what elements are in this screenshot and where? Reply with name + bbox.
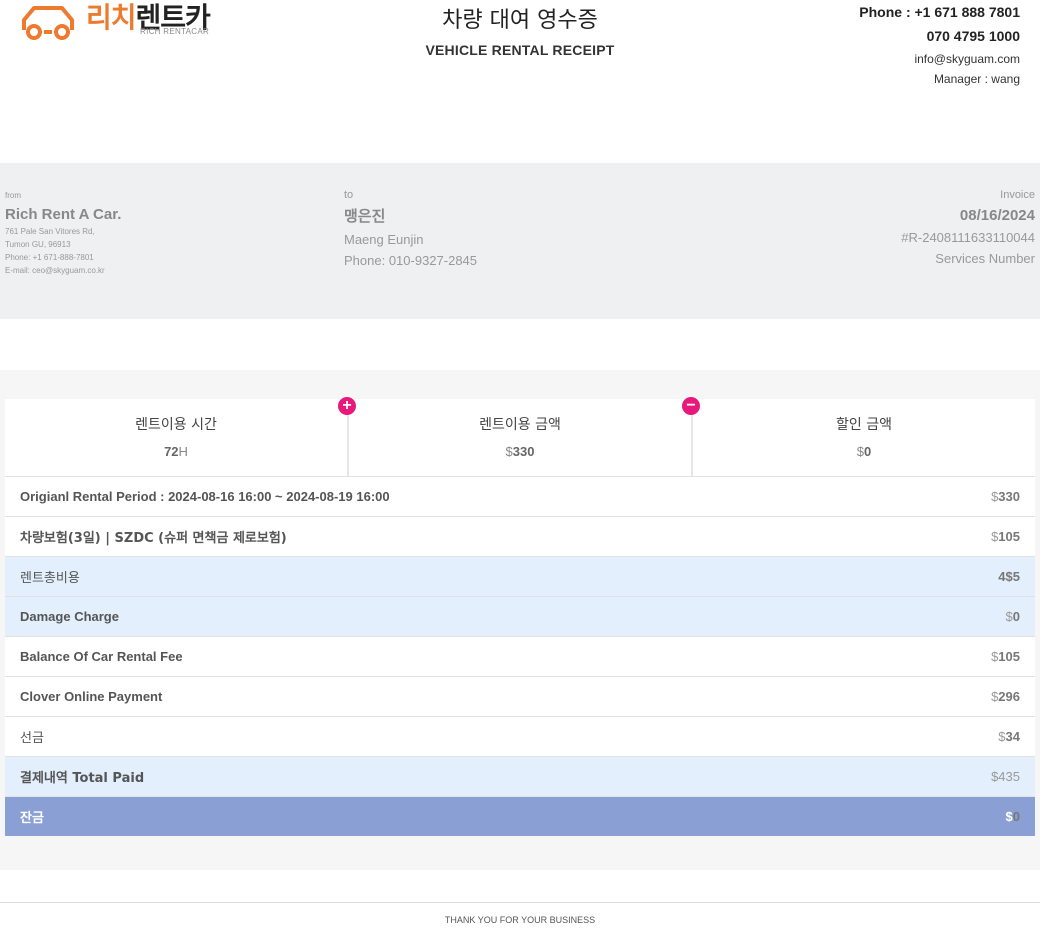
- line-item-label: Clover Online Payment: [20, 689, 163, 704]
- line-item-value: $34: [998, 729, 1020, 744]
- line-item-value: $435: [991, 769, 1020, 784]
- from-phone: Phone: +1 671-888-7801: [5, 253, 94, 262]
- line-item-value: $105: [991, 529, 1020, 544]
- company-contact: Phone : +1 671 888 7801 070 4795 1000 in…: [859, 4, 1020, 86]
- title-english: VEHICLE RENTAL RECEIPT: [425, 42, 615, 58]
- contact-phone-primary: Phone : +1 671 888 7801: [859, 4, 1020, 20]
- line-item-insurance: 차량보험(3일) | SZDC (슈퍼 면책금 제로보험) $105: [5, 516, 1035, 556]
- contact-email[interactable]: info@skyguam.com: [859, 52, 1020, 66]
- summary-rental-hours: 렌트이용 시간 72H: [5, 399, 347, 476]
- summary-label: 할인 금액: [836, 417, 892, 433]
- car-logo-icon: [22, 6, 74, 40]
- customer-name-ko: 맹은진: [344, 207, 386, 225]
- line-item-deposit: 선금 $34: [5, 716, 1035, 756]
- line-item-value: $0: [1005, 809, 1020, 824]
- footer-thanks: THANK YOU FOR YOUR BUSINESS: [0, 902, 1040, 925]
- summary-value: $0: [856, 444, 872, 459]
- line-item-value: 4$5: [998, 569, 1020, 584]
- line-item-online-payment: Clover Online Payment $296: [5, 676, 1035, 716]
- invoice-block: Invoice 08/16/2024 #R-2408111633110044 S…: [901, 189, 1035, 266]
- charges-section: 렌트이용 시간 72H 렌트이용 금액 $330 할인 금액 $0 + − Or…: [0, 370, 1040, 870]
- line-item-damage-charge: Damage Charge $0: [5, 596, 1035, 636]
- from-email[interactable]: E-mail: ceo@skyguam.co.kr: [5, 266, 121, 275]
- summary-value: 72H: [164, 444, 188, 459]
- line-item-rental-period: Origianl Rental Period : 2024-08-16 16:0…: [5, 476, 1035, 516]
- line-items: Origianl Rental Period : 2024-08-16 16:0…: [5, 476, 1035, 836]
- receipt-title: 차량 대여 영수증 VEHICLE RENTAL RECEIPT: [320, 0, 720, 58]
- brand-name-en: RICH RENTACAR: [140, 27, 210, 36]
- invoice-date: 08/16/2024: [959, 207, 1035, 224]
- line-item-value: $105: [991, 649, 1020, 664]
- line-item-label: Damage Charge: [20, 609, 119, 624]
- line-item-label: 선금: [20, 731, 44, 746]
- customer-name-en: Maeng Eunjin: [344, 232, 424, 247]
- line-item-balance-due: 잔금 $0: [5, 796, 1035, 836]
- summary-row: 렌트이용 시간 72H 렌트이용 금액 $330 할인 금액 $0: [5, 399, 1035, 476]
- line-item-label: 차량보험(3일) | SZDC (슈퍼 면책금 제로보험): [20, 531, 287, 546]
- line-item-label: 결제내역 Total Paid: [20, 771, 145, 786]
- summary-label: 렌트이용 금액: [479, 417, 561, 433]
- customer-phone: Phone: 010-9327-2845: [344, 253, 478, 268]
- line-item-label: 렌트총비용: [20, 571, 80, 586]
- line-item-label: Balance Of Car Rental Fee: [20, 649, 183, 664]
- line-item-total-rental-cost: 렌트총비용 4$5: [5, 556, 1035, 596]
- to-label: to: [344, 189, 354, 201]
- line-item-value: $0: [1005, 609, 1020, 624]
- summary-rental-amount: 렌트이용 금액 $330: [347, 399, 691, 476]
- title-korean: 차량 대여 영수증: [442, 8, 598, 33]
- line-item-label: Origianl Rental Period : 2024-08-16 16:0…: [20, 489, 390, 504]
- summary-label: 렌트이용 시간: [135, 417, 217, 433]
- line-item-value: $296: [991, 689, 1020, 704]
- line-item-value: $330: [991, 489, 1020, 504]
- from-address-line2: Tumon GU, 96913: [5, 240, 71, 249]
- summary-discount-amount: 할인 금액 $0: [691, 399, 1035, 476]
- line-item-total-paid: 결제내역 Total Paid $435: [5, 756, 1035, 796]
- summary-value: $330: [505, 444, 535, 459]
- services-number-label: Services Number: [935, 251, 1035, 266]
- billing-info-band: from Rich Rent A Car. 761 Pale San Vitor…: [0, 163, 1040, 319]
- receipt-header: 리치렌트카 RICH RENTACAR 차량 대여 영수증 VEHICLE RE…: [0, 0, 1040, 120]
- plus-circle-icon: +: [338, 397, 356, 415]
- contact-manager: Manager : wang: [933, 72, 1020, 86]
- line-item-balance: Balance Of Car Rental Fee $105: [5, 636, 1035, 676]
- from-address-line1: 761 Pale San Vitores Rd,: [5, 227, 95, 236]
- from-label: from: [5, 191, 21, 200]
- minus-circle-icon: −: [682, 397, 700, 415]
- invoice-label: Invoice: [1000, 189, 1035, 201]
- line-item-label: 잔금: [20, 811, 44, 826]
- company-logo: 리치렌트카 RICH RENTACAR: [18, 0, 228, 46]
- contact-phone-secondary: 070 4795 1000: [926, 28, 1020, 44]
- from-company-name: Rich Rent A Car.: [5, 206, 122, 223]
- invoice-number: #R-2408111633110044: [901, 230, 1035, 245]
- to-block: to 맹은진 Maeng Eunjin Phone: 010-9327-2845: [344, 189, 477, 268]
- from-block: from Rich Rent A Car. 761 Pale San Vitor…: [5, 191, 121, 275]
